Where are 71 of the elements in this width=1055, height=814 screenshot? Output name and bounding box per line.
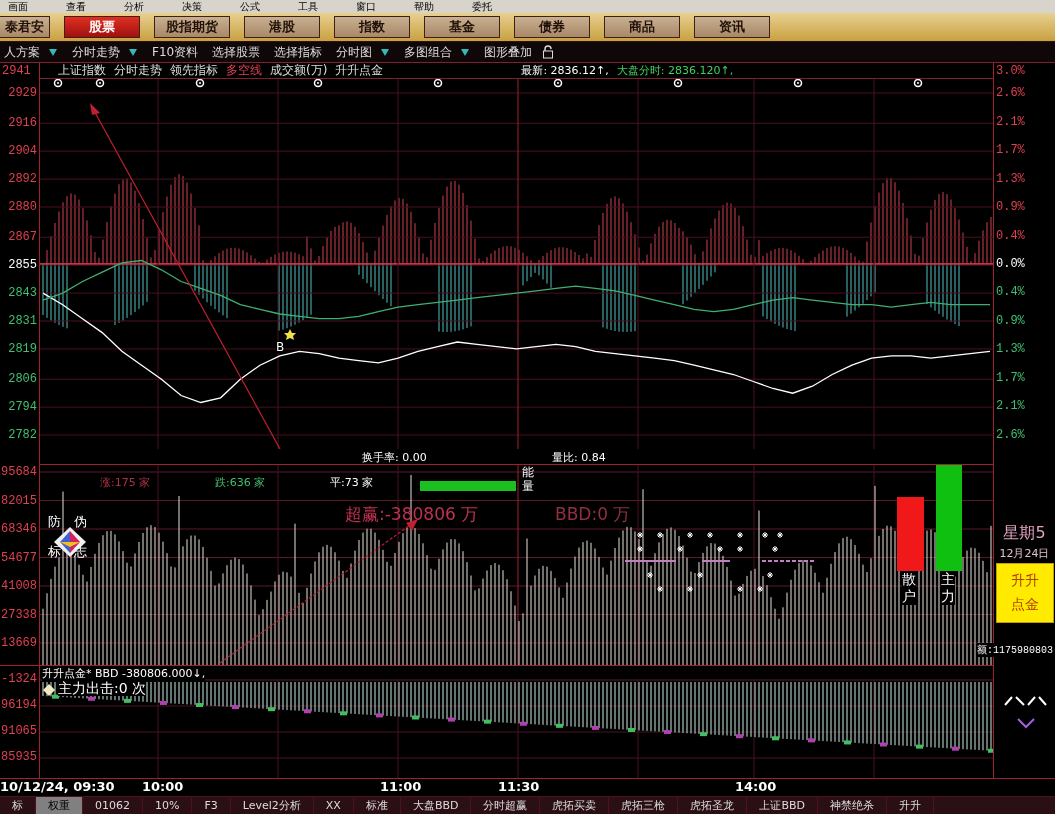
- price-axis-label: 2916: [8, 116, 37, 131]
- indicator-name: 上证指数: [58, 62, 106, 79]
- latest-price: 最新: 2836.12↑,: [521, 63, 609, 78]
- price-axis-label: 2794: [8, 400, 37, 415]
- price-axis-label: 2941: [1, 64, 31, 78]
- price-axis-label: 2782: [8, 428, 37, 443]
- percent-axis-label: 0.9%: [996, 200, 1025, 214]
- volume-axis-label: 41008: [1, 579, 37, 593]
- anti-fake-label: 防: [48, 513, 61, 531]
- price-axis-label: 2843: [8, 286, 37, 301]
- time-axis-label: 11:00: [380, 779, 422, 794]
- volume-axis-label: 54677: [1, 550, 37, 565]
- price-axis-label: 2880: [8, 200, 37, 214]
- price-axis-label: 2867: [8, 230, 37, 245]
- anti-fake-label: 志: [74, 543, 87, 561]
- percent-axis-label: 0.4%: [996, 229, 1025, 243]
- volume-axis-label: 68346: [1, 522, 37, 536]
- time-axis-label: 14:00: [735, 779, 777, 794]
- volume-axis-label: 13669: [1, 636, 37, 650]
- percent-axis-label: 1.7%: [996, 143, 1025, 157]
- time-axis-label: 11:30: [498, 779, 540, 794]
- indicator-name: 多空线: [226, 62, 262, 79]
- percent-axis-label: 2.1%: [996, 115, 1025, 129]
- percent-axis-label: 1.7%: [996, 371, 1025, 385]
- percent-axis-label: 3.0%: [995, 64, 1025, 78]
- price-axis-label: 2819: [8, 341, 37, 356]
- retail-label: 散户: [902, 571, 916, 605]
- indicator-name: 分时走势: [114, 62, 162, 79]
- volume-ratio: 量比: 0.84: [552, 450, 606, 465]
- volume-axis-label: 82015: [1, 493, 37, 508]
- percent-axis-label: 1.3%: [996, 172, 1025, 186]
- time-axis-label: 10/12/24, 09:30: [0, 779, 115, 794]
- percent-axis-label: 2.1%: [996, 399, 1025, 413]
- anti-fake-label: 标: [48, 543, 61, 561]
- amount-value: 额:1175980803: [977, 643, 1053, 657]
- market-breadth-count: 平:73 家: [330, 475, 374, 490]
- main-force-label: 主力: [941, 571, 955, 605]
- energy-label: 能量: [522, 465, 534, 494]
- date-label: 12月24日: [999, 546, 1050, 561]
- indicator-axis-label: 96194: [1, 698, 37, 712]
- price-axis-label: 2929: [8, 85, 37, 100]
- signal-count: 主力出击:0 次: [58, 681, 147, 697]
- indicator-axis-label: -1324: [1, 672, 37, 686]
- price-axis-label: 2904: [8, 144, 37, 159]
- price-axis-label: 2806: [8, 372, 37, 387]
- percent-axis-label: 0.4%: [996, 285, 1025, 299]
- price-axis-label: 2855: [8, 258, 37, 273]
- volume-axis-label: 95684: [1, 465, 37, 479]
- percent-axis-label: 0.0%: [996, 257, 1025, 271]
- percent-axis-label: 0.9%: [996, 314, 1025, 328]
- percent-axis-label: 1.3%: [996, 342, 1025, 356]
- market-breadth-count: 涨:175 家: [100, 475, 151, 490]
- price-axis-label: 2892: [8, 172, 37, 187]
- bbd-value: BBD:0 万: [555, 503, 631, 526]
- percent-axis-label: 2.6%: [996, 86, 1025, 100]
- time-axis-label: 10:00: [142, 779, 184, 794]
- indicator-name: 领先指标: [170, 62, 218, 79]
- anti-fake-label: 伪: [74, 513, 87, 531]
- percent-axis-label: 2.6%: [996, 428, 1025, 442]
- index-timeshare-price: 大盘分时: 2836.120↑,: [616, 63, 734, 78]
- indicator-name: 升升点金: [335, 62, 384, 79]
- indicator-axis-label: 85935: [1, 750, 37, 764]
- indicator-axis-label: 91065: [1, 724, 37, 738]
- indicator-name: 成交额(万): [270, 62, 328, 79]
- turnover-rate: 换手率: 0.00: [362, 450, 427, 465]
- indicator-title: 升升点金* BBD -380806.000↓,: [42, 666, 206, 681]
- buy-marker: B: [276, 341, 285, 353]
- weekday-label: 星期5: [1003, 523, 1046, 544]
- price-axis-label: 2831: [8, 314, 37, 328]
- market-breadth-count: 跌:636 家: [215, 475, 266, 490]
- volume-axis-label: 27338: [1, 607, 37, 622]
